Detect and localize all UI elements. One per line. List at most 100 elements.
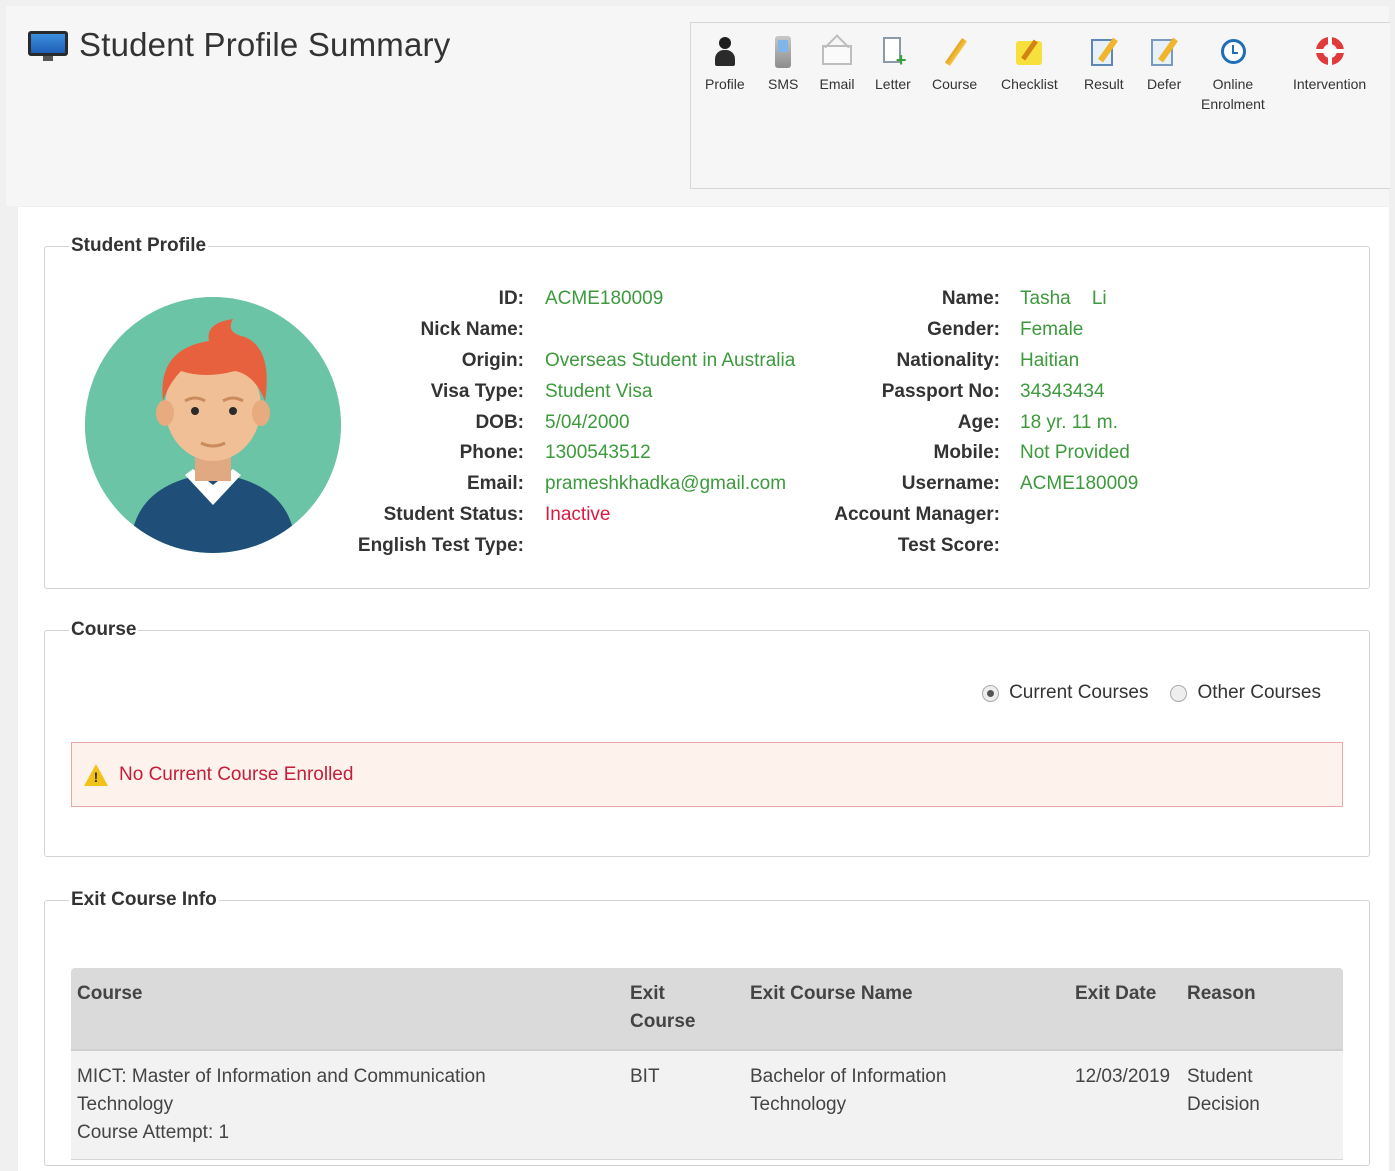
col-reason: Reason [1181,968,1343,1051]
mobile-label: Mobile: [933,442,1001,463]
sms-icon [772,35,794,71]
no-course-alert-text: No Current Course Enrolled [119,763,354,785]
test-score-label: Test Score: [897,535,1000,556]
profile-icon [712,35,738,71]
table-row: MICT: Master of Information and Communic… [71,1050,1343,1160]
course-section: Course Current Courses Other Courses ! N… [44,619,1370,857]
table-header-row: Course Exit Course Exit Course Name Exit … [71,968,1343,1051]
nationality-value: Haitian [1020,350,1080,371]
col-course-label: Course [77,983,143,1004]
action-toolbar: Profile SMS Email + Letter Course Checkl… [690,22,1390,189]
course-name-line1: MICT: Master of Information and Communic… [77,1066,486,1087]
cell-exit-course-name: Bachelor of Information Technology [744,1050,1069,1160]
col-exit-course-line1: Exit [630,983,665,1004]
checklist-icon [1013,35,1045,71]
sms-button-label: SMS [768,76,799,92]
exit-course-table: Course Exit Course Exit Course Name Exit … [71,968,1343,1160]
col-exit-date: Exit Date [1069,968,1181,1051]
exit-course-code: BIT [630,1066,660,1087]
other-courses-option[interactable]: Other Courses [1170,682,1321,704]
page-title-text: Student Profile Summary [79,26,451,63]
exit-course-legend: Exit Course Info [71,889,217,910]
english-test-type-label: English Test Type: [357,535,524,556]
phone-value: 1300543512 [545,442,651,463]
visa-type-label: Visa Type: [430,381,524,402]
profile-button-label: Profile [705,76,745,92]
intervention-button-label: Intervention [1293,76,1367,92]
mobile-value: Not Provided [1020,442,1130,463]
student-status-value: Inactive [545,504,611,525]
profile-button[interactable]: Profile [705,35,745,94]
gender-label: Gender: [927,319,1000,340]
col-exit-course: Exit Course [624,968,744,1051]
course-filter-radio-group: Current Courses Other Courses [960,682,1321,704]
other-courses-label: Other Courses [1197,682,1321,703]
col-exit-course-name-label: Exit Course Name [750,983,913,1004]
result-icon [1088,35,1120,71]
phone-label: Phone: [459,442,524,463]
current-courses-radio[interactable] [982,684,1000,702]
defer-button-label: Defer [1147,76,1182,92]
checklist-button[interactable]: Checklist [1001,35,1058,94]
exit-course-name-line1: Bachelor of Information [750,1066,947,1087]
letter-button-label: Letter [875,76,911,92]
username-value: ACME180009 [1020,473,1139,494]
origin-value: Overseas Student in Australia [545,350,796,371]
name-value: Tasha Li [1020,288,1107,309]
reason-line2: Decision [1187,1094,1260,1115]
cell-reason: Student Decision [1181,1050,1343,1160]
course-attempt: Course Attempt: 1 [77,1122,230,1143]
online-enrolment-label-line2: Enrolment [1201,96,1265,112]
col-reason-label: Reason [1187,983,1256,1004]
col-exit-date-label: Exit Date [1075,983,1157,1004]
visa-type-value: Student Visa [545,381,653,402]
student-profile-legend: Student Profile [71,235,207,256]
passport-value: 34343434 [1020,381,1105,402]
result-button-label: Result [1084,76,1124,92]
gender-value: Female [1020,319,1084,340]
course-button[interactable]: Course [932,35,977,94]
age-label: Age: [957,412,1000,433]
username-label: Username: [901,473,1000,494]
email-icon [819,34,855,71]
name-label: Name: [941,288,1000,309]
sms-button[interactable]: SMS [768,35,798,94]
checklist-button-label: Checklist [1001,76,1058,92]
result-button[interactable]: Result [1084,35,1124,94]
email-label: Email: [466,473,524,494]
online-enrolment-button[interactable]: Online Enrolment [1201,35,1265,114]
defer-button[interactable]: Defer [1147,35,1181,94]
pencil-icon [941,35,969,71]
email-button-label: Email [819,76,855,92]
col-course: Course [71,968,624,1051]
letter-button[interactable]: + Letter [875,35,911,94]
account-manager-label: Account Manager: [834,504,1000,525]
email-value[interactable]: prameshkhadka@gmail.com [545,473,786,495]
monitor-icon [28,27,68,63]
id-label: ID: [498,288,524,309]
cell-exit-date: 12/03/2019 [1069,1050,1181,1160]
age-value: 18 yr. 11 m. [1020,412,1118,433]
course-legend: Course [71,619,137,640]
defer-icon [1148,35,1180,71]
student-profile-section: Student Profile [44,235,1370,589]
cell-exit-course: BIT [624,1050,744,1160]
lifebuoy-icon [1313,35,1347,71]
intervention-button[interactable]: Intervention [1293,35,1366,94]
id-value: ACME180009 [545,288,664,309]
dob-value: 5/04/2000 [545,412,630,433]
current-courses-option[interactable]: Current Courses [982,682,1148,704]
col-exit-course-line2: Course [630,1011,696,1032]
nickname-label: Nick Name: [420,319,525,340]
course-name-line2: Technology [77,1094,174,1115]
no-course-alert: ! No Current Course Enrolled [71,742,1343,807]
email-button[interactable]: Email [819,34,855,94]
passport-label: Passport No: [881,381,1000,402]
student-avatar [85,297,341,553]
exit-course-section: Exit Course Info Course Exit Course Exit … [44,889,1370,1166]
current-courses-label: Current Courses [1009,682,1149,703]
dob-label: DOB: [475,412,524,433]
origin-label: Origin: [461,350,524,371]
exit-course-name-line2: Technology [750,1094,847,1115]
other-courses-radio[interactable] [1170,684,1188,702]
